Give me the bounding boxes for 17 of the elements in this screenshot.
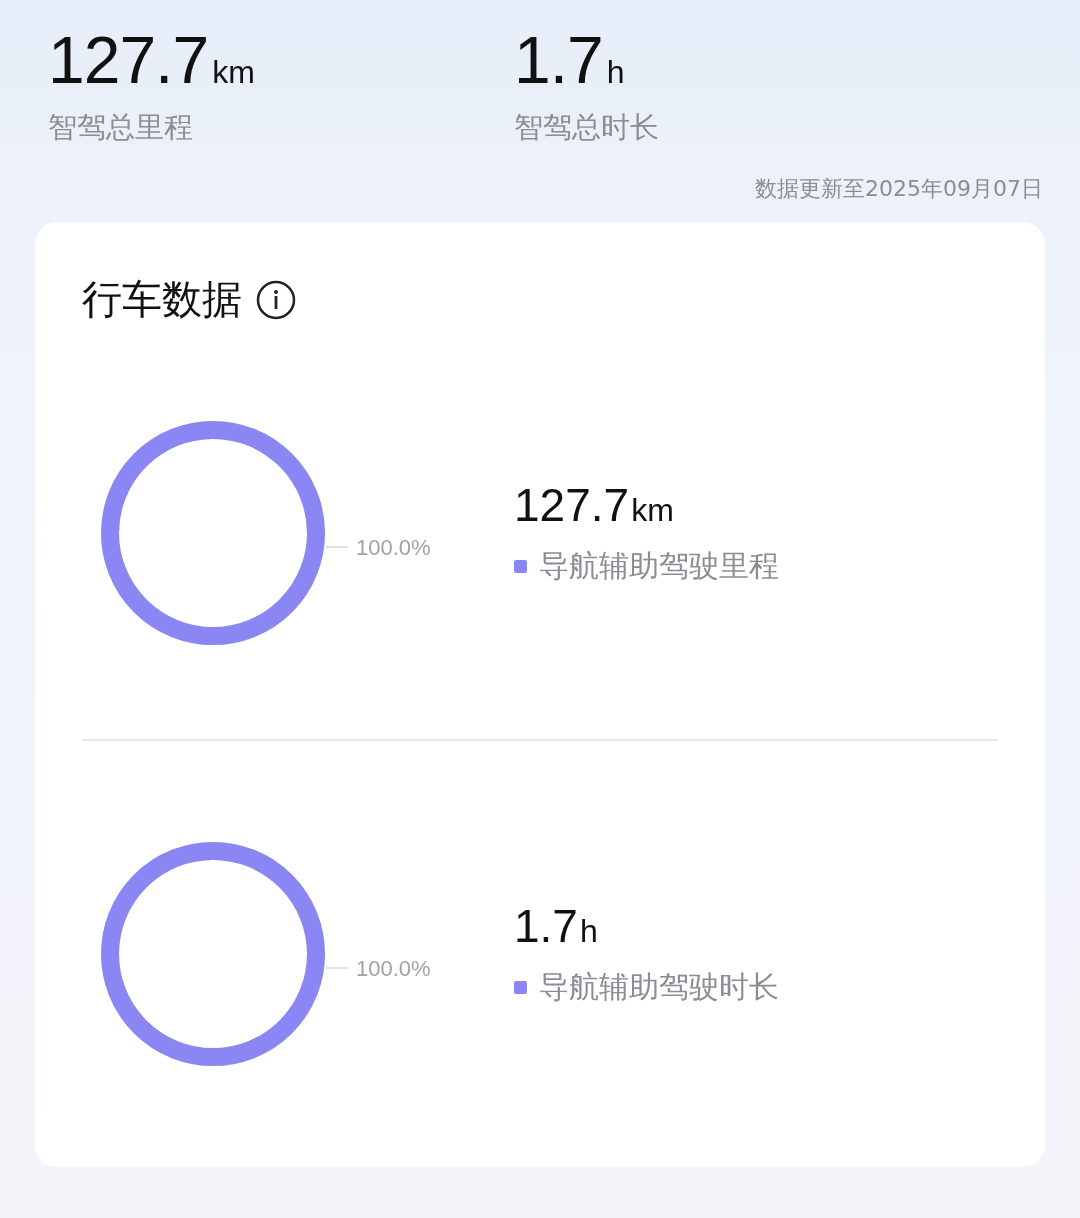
percent-label: 100.0% [356, 534, 431, 560]
legend-label: 导航辅助驾驶时长 [539, 968, 779, 1007]
stat-value: 127.7 [48, 22, 209, 98]
metric-unit: km [631, 492, 674, 530]
update-date: 数据更新至2025年09月07日 [755, 175, 1043, 203]
card-title: 行车数据 [82, 275, 242, 324]
stat-label: 智驾总时长 [514, 109, 659, 146]
percent-label: 100.0% [356, 955, 431, 981]
legend-label: 导航辅助驾驶里程 [539, 547, 779, 586]
stat-label: 智驾总里程 [48, 109, 193, 146]
metric-value: 127.7 [514, 478, 630, 533]
metric-value: 1.7 [514, 899, 578, 954]
stat-value: 1.7 [514, 22, 603, 98]
info-icon[interactable] [256, 279, 296, 320]
metric-unit: h [579, 913, 598, 951]
stat-unit: km [212, 54, 255, 91]
stat-unit: h [606, 54, 625, 91]
